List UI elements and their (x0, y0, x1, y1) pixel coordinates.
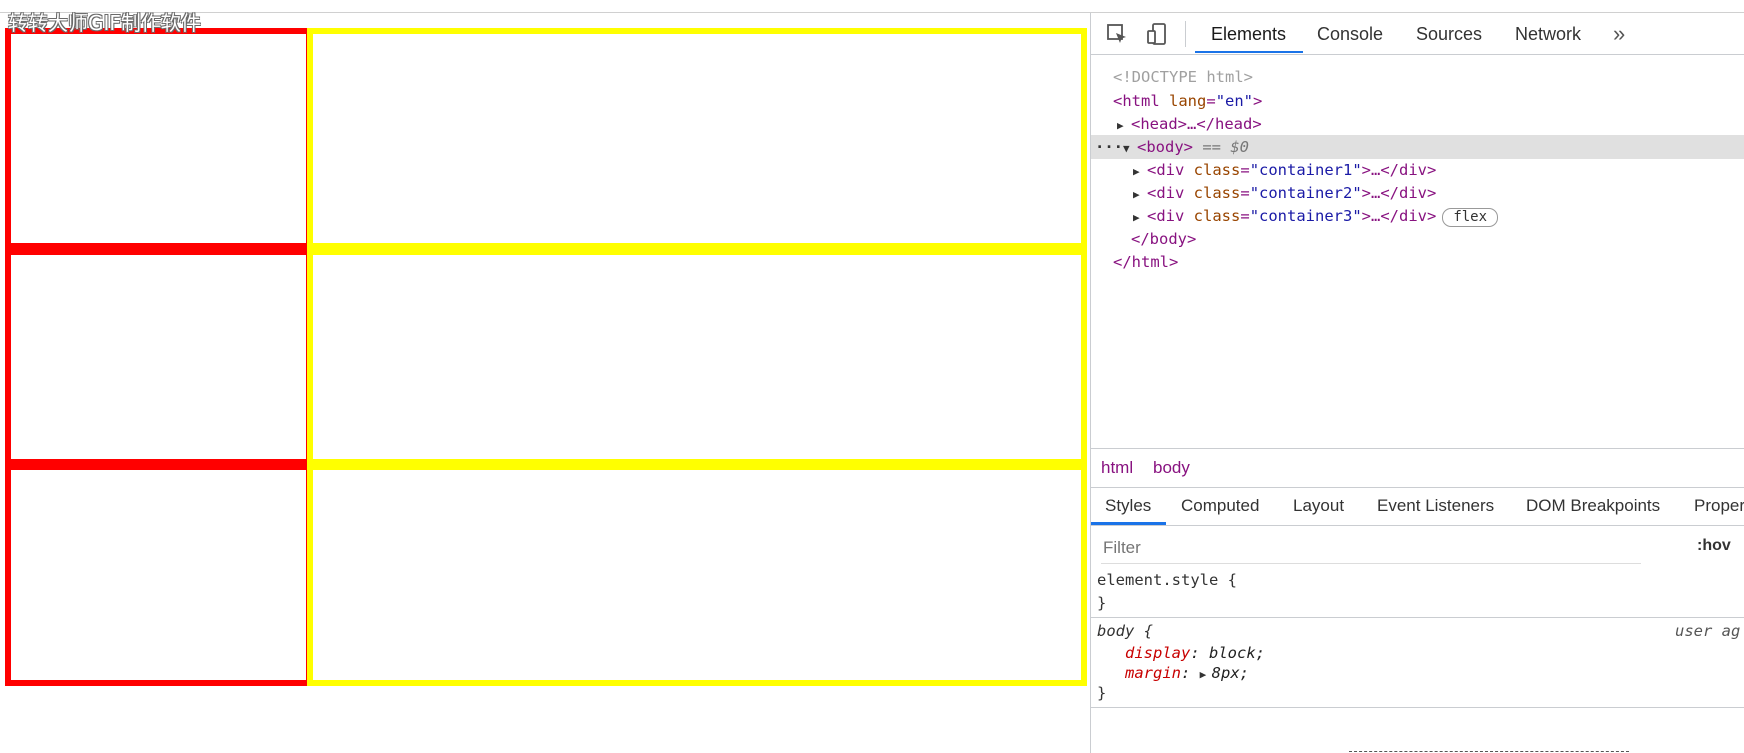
div-close: >…</div> (1361, 184, 1437, 202)
class-value: "container1" (1249, 161, 1362, 179)
margin-value: 8px; (1211, 664, 1249, 682)
flex-badge[interactable]: flex (1442, 208, 1499, 227)
dom-line-body-close[interactable]: </body> (1131, 227, 1196, 251)
styles-filter-input[interactable] (1101, 533, 1625, 563)
dom-line-container2[interactable]: ▶ <div class="container2">…</div> (1133, 181, 1436, 205)
watermark-text: 转转大师GIF制作软件 (8, 11, 201, 35)
div-close: >…</div> (1361, 161, 1437, 179)
styles-tabbar: Styles Computed Layout Event Listeners D… (1091, 487, 1744, 526)
rule-divider (1091, 617, 1744, 618)
class-attr: class (1193, 161, 1241, 179)
active-styles-tab-indicator (1091, 522, 1166, 525)
tab-elements[interactable]: Elements (1211, 24, 1286, 45)
body-open-tag: <body> (1137, 138, 1193, 156)
tab-dom-breakpoints[interactable]: DOM Breakpoints (1526, 496, 1660, 516)
container2 (5, 243, 1087, 470)
body-close-tag: </body> (1131, 230, 1197, 248)
tab-event-listeners[interactable]: Event Listeners (1377, 496, 1494, 516)
expand-triangle-icon[interactable]: ▶ (1200, 664, 1212, 686)
dom-line-container1[interactable]: ▶ <div class="container1">…</div> (1133, 158, 1436, 182)
dom-line-container3[interactable]: ▶ <div class="container3">…</div> flex (1133, 204, 1499, 228)
inspect-element-icon[interactable] (1105, 22, 1129, 46)
dashed-divider (1349, 751, 1629, 752)
body-rule-close: } (1097, 684, 1107, 702)
container2-red-box (5, 243, 312, 470)
display-declaration[interactable]: display: block; (1125, 642, 1265, 664)
div-tag: <div (1147, 161, 1185, 179)
page-viewport (0, 13, 1090, 753)
devtools-panel: Elements Console Sources Network » <!DOC… (1090, 13, 1744, 753)
element-style-close: } (1097, 594, 1107, 612)
tab-properties[interactable]: Proper (1694, 496, 1744, 516)
html-open-tag: <html (1113, 92, 1160, 110)
dom-line-doctype[interactable]: <!DOCTYPE html> (1113, 65, 1253, 89)
toolbar-separator (1185, 21, 1186, 47)
rule-divider (1091, 707, 1744, 708)
breadcrumb-html[interactable]: html (1101, 458, 1133, 478)
tab-network[interactable]: Network (1515, 24, 1581, 45)
selected-node-marker: == $0 (1202, 138, 1250, 156)
container1-yellow-box (307, 28, 1087, 255)
display-prop: display (1125, 644, 1191, 662)
active-tab-indicator (1195, 51, 1303, 53)
tab-computed[interactable]: Computed (1181, 496, 1259, 516)
container2-yellow-box (307, 243, 1087, 470)
tab-styles[interactable]: Styles (1105, 496, 1151, 516)
class-attr: class (1193, 184, 1241, 202)
body-rule-selector[interactable]: body { (1097, 620, 1153, 642)
html-close-tag: </html> (1113, 253, 1179, 271)
margin-declaration[interactable]: margin: ▶ 8px; (1125, 662, 1249, 686)
container3-yellow-box (307, 459, 1087, 686)
dom-line-html[interactable]: <html lang="en"> (1113, 89, 1262, 113)
breadcrumb-body[interactable]: body (1153, 458, 1190, 478)
breadcrumb: html body (1091, 448, 1744, 488)
class-attr: class (1193, 207, 1241, 225)
class-value: "container2" (1249, 184, 1362, 202)
styles-filter (1101, 533, 1641, 564)
doctype-text: <!DOCTYPE html> (1113, 68, 1253, 86)
tab-sources[interactable]: Sources (1416, 24, 1482, 45)
div-tag: <div (1147, 184, 1185, 202)
html-lang-value: "en" (1215, 92, 1254, 110)
container1 (5, 28, 1087, 255)
html-lang-attr: lang (1169, 92, 1207, 110)
margin-prop: margin (1125, 664, 1181, 682)
device-toolbar-icon[interactable] (1145, 22, 1169, 46)
more-options-icon[interactable]: ··· (1095, 138, 1123, 156)
dom-line-html-close[interactable]: </html> (1113, 250, 1178, 274)
user-agent-label: user ag (1675, 622, 1741, 640)
head-tag: <head>…</head> (1131, 115, 1262, 133)
tab-layout[interactable]: Layout (1293, 496, 1344, 516)
div-close: >…</div> (1361, 207, 1437, 225)
dom-line-head[interactable]: ▶ <head>…</head> (1117, 112, 1262, 136)
hover-state-toggle[interactable]: :hov (1697, 537, 1731, 555)
dom-line-body-selected[interactable]: ···▼ <body> == $0 (1091, 135, 1744, 159)
element-style-selector[interactable]: element.style { (1097, 569, 1237, 591)
display-value: block; (1209, 644, 1265, 662)
container3 (5, 459, 1087, 686)
container1-red-box (5, 28, 312, 255)
class-value: "container3" (1249, 207, 1362, 225)
dom-tree: <!DOCTYPE html> <html lang="en"> ▶ <head>… (1091, 54, 1744, 448)
tab-console[interactable]: Console (1317, 24, 1383, 45)
more-tabs-icon[interactable]: » (1613, 21, 1625, 47)
container3-red-box (5, 459, 312, 686)
devtools-toolbar: Elements Console Sources Network » (1091, 13, 1744, 55)
div-tag: <div (1147, 207, 1185, 225)
